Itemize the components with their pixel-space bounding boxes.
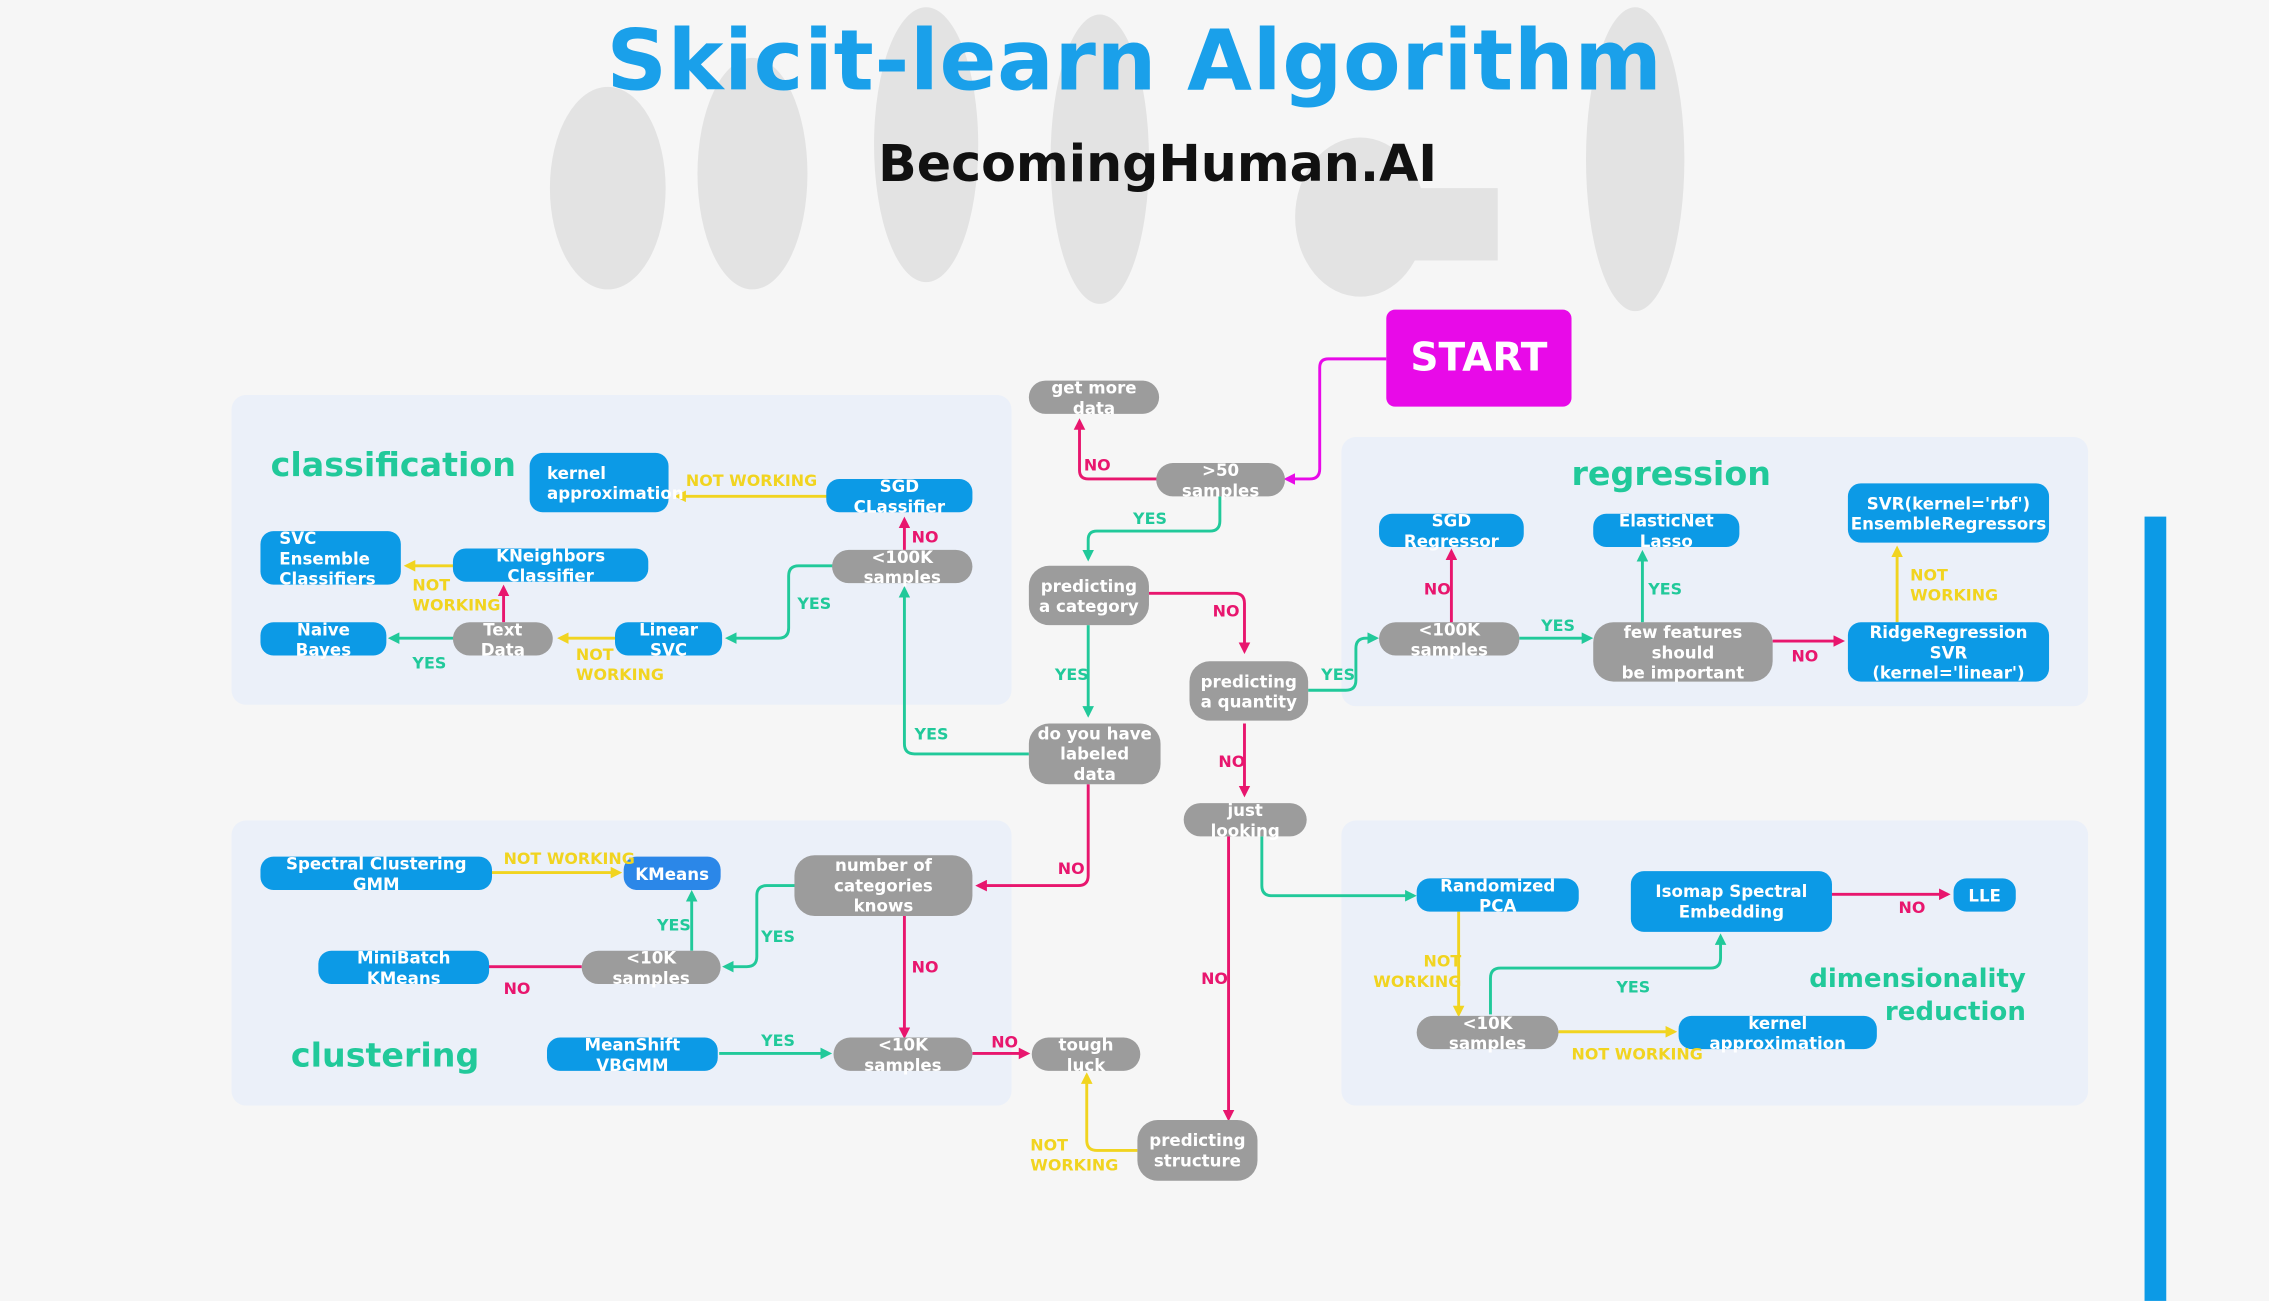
flowchart-stage: Skicit-learn Algorithm BecomingHuman.AI (0, 0, 2269, 1301)
more-than-50-samples-node[interactable]: >50 samples (1156, 459, 1285, 500)
edge-label-not-working: NOT WORKING (503, 849, 635, 869)
edge-label-no: NO (911, 528, 939, 547)
edge-label-yes: YES (656, 915, 691, 935)
classification-100k-samples-node[interactable]: <100K samples (832, 546, 973, 587)
clustering-section-title: clustering (290, 1037, 480, 1076)
kernel-approximation-classification-node[interactable]: kernel approximation (529, 452, 684, 513)
edge-label-not-working: NOT WORKING (1373, 952, 1462, 992)
edge-label-not-working: NOT WORKING (575, 645, 664, 685)
number-of-categories-node[interactable]: number of categories knows (794, 855, 973, 916)
regression-section-title: regression (1571, 455, 1771, 494)
text-data-node[interactable]: Text Data (452, 619, 553, 659)
get-more-data-node[interactable]: get more data (1028, 377, 1160, 417)
ridge-regression-svr-node[interactable]: RidgeRegression SVR (kernel='linear') (1847, 622, 2050, 682)
edge-label-yes: YES (914, 724, 949, 744)
elasticnet-lasso-node[interactable]: ElasticNet Lasso (1593, 510, 1740, 551)
edge-label-no: NO (1212, 601, 1240, 621)
edge-label-no: NO (1423, 580, 1451, 600)
dimensionality-10k-samples-node[interactable]: <10K samples (1416, 1012, 1559, 1053)
edge-label-no: NO (1083, 455, 1111, 475)
edge-label-no: NO (991, 1033, 1019, 1053)
edge-label-yes: YES (1321, 665, 1356, 685)
edge-label-no: NO (1201, 969, 1228, 989)
edge-label-not-working: NOT WORKING (412, 575, 501, 616)
start-node[interactable]: START (1386, 309, 1572, 407)
edge-label-no: NO (1898, 898, 1926, 918)
edge-label-not-working: NOT WORKING (1910, 565, 1999, 605)
predicting-structure-node[interactable]: predicting structure (1137, 1120, 1258, 1181)
spectral-clustering-gmm-node[interactable]: Spectral Clustering GMM (260, 853, 493, 894)
labeled-data-node[interactable]: do you have labeled data (1028, 723, 1161, 785)
tough-luck-node[interactable]: tough luck (1031, 1034, 1141, 1074)
meanshift-vbgmm-node[interactable]: MeanShift VBGMM (546, 1034, 718, 1074)
sgd-regressor-node[interactable]: SGD Regressor (1379, 510, 1524, 551)
edge-label-yes: YES (1054, 665, 1089, 685)
isomap-spectral-embedding-node[interactable]: Isomap Spectral Embedding (1630, 871, 1832, 932)
edge-label-yes: YES (761, 1031, 796, 1051)
predicting-category-node[interactable]: predicting a category (1028, 565, 1149, 626)
edge-label-yes: YES (1541, 616, 1575, 636)
sgd-classifier-node[interactable]: SGD CLassifier (826, 475, 973, 516)
randomized-pca-node[interactable]: Randomized PCA (1416, 875, 1579, 915)
edge-label-not-working: NOT WORKING (1571, 1044, 1703, 1064)
edge-label-not-working: NOT WORKING (1030, 1135, 1119, 1176)
edge-label-yes: YES (1616, 978, 1651, 998)
just-looking-node[interactable]: just looking (1183, 800, 1307, 840)
edge-label-no: NO (503, 979, 531, 999)
edge-label-yes: YES (761, 927, 796, 947)
kernel-approximation-dimensionality-node[interactable]: kernel approximation (1678, 1012, 1877, 1053)
svc-ensemble-classifiers-node[interactable]: SVC Ensemble Classifiers (260, 527, 401, 588)
edge-label-yes: YES (1648, 580, 1683, 600)
kmeans-node[interactable]: KMeans (623, 856, 721, 890)
lle-node[interactable]: LLE (1953, 878, 2016, 912)
edge-label-yes: YES (412, 654, 447, 673)
edge-label-yes: YES (1133, 509, 1167, 529)
edge-label-yes: YES (797, 594, 832, 614)
classification-section-title: classification (270, 447, 516, 485)
edge-label-no: NO (1791, 646, 1819, 666)
edge-label-no: NO (1218, 752, 1246, 772)
few-features-node[interactable]: few features should be important (1593, 622, 1773, 682)
minibatch-kmeans-node[interactable]: MiniBatch KMeans (318, 947, 490, 988)
predicting-quantity-node[interactable]: predicting a quantity (1189, 661, 1309, 721)
naive-bayes-node[interactable]: Naive Bayes (260, 619, 387, 659)
edge-label-not-working: NOT WORKING (685, 471, 818, 491)
svr-rbf-ensemble-regressors-node[interactable]: SVR(kernel='rbf') EnsembleRegressors (1847, 483, 2050, 543)
structure-10k-samples-node[interactable]: <10K samples (833, 1034, 973, 1074)
regression-100k-samples-node[interactable]: <100K samples (1379, 619, 1520, 659)
edge-label-no: NO (1057, 859, 1085, 879)
clustering-10k-samples-node[interactable]: <10K samples (581, 947, 721, 988)
edge-label-no: NO (911, 957, 939, 977)
